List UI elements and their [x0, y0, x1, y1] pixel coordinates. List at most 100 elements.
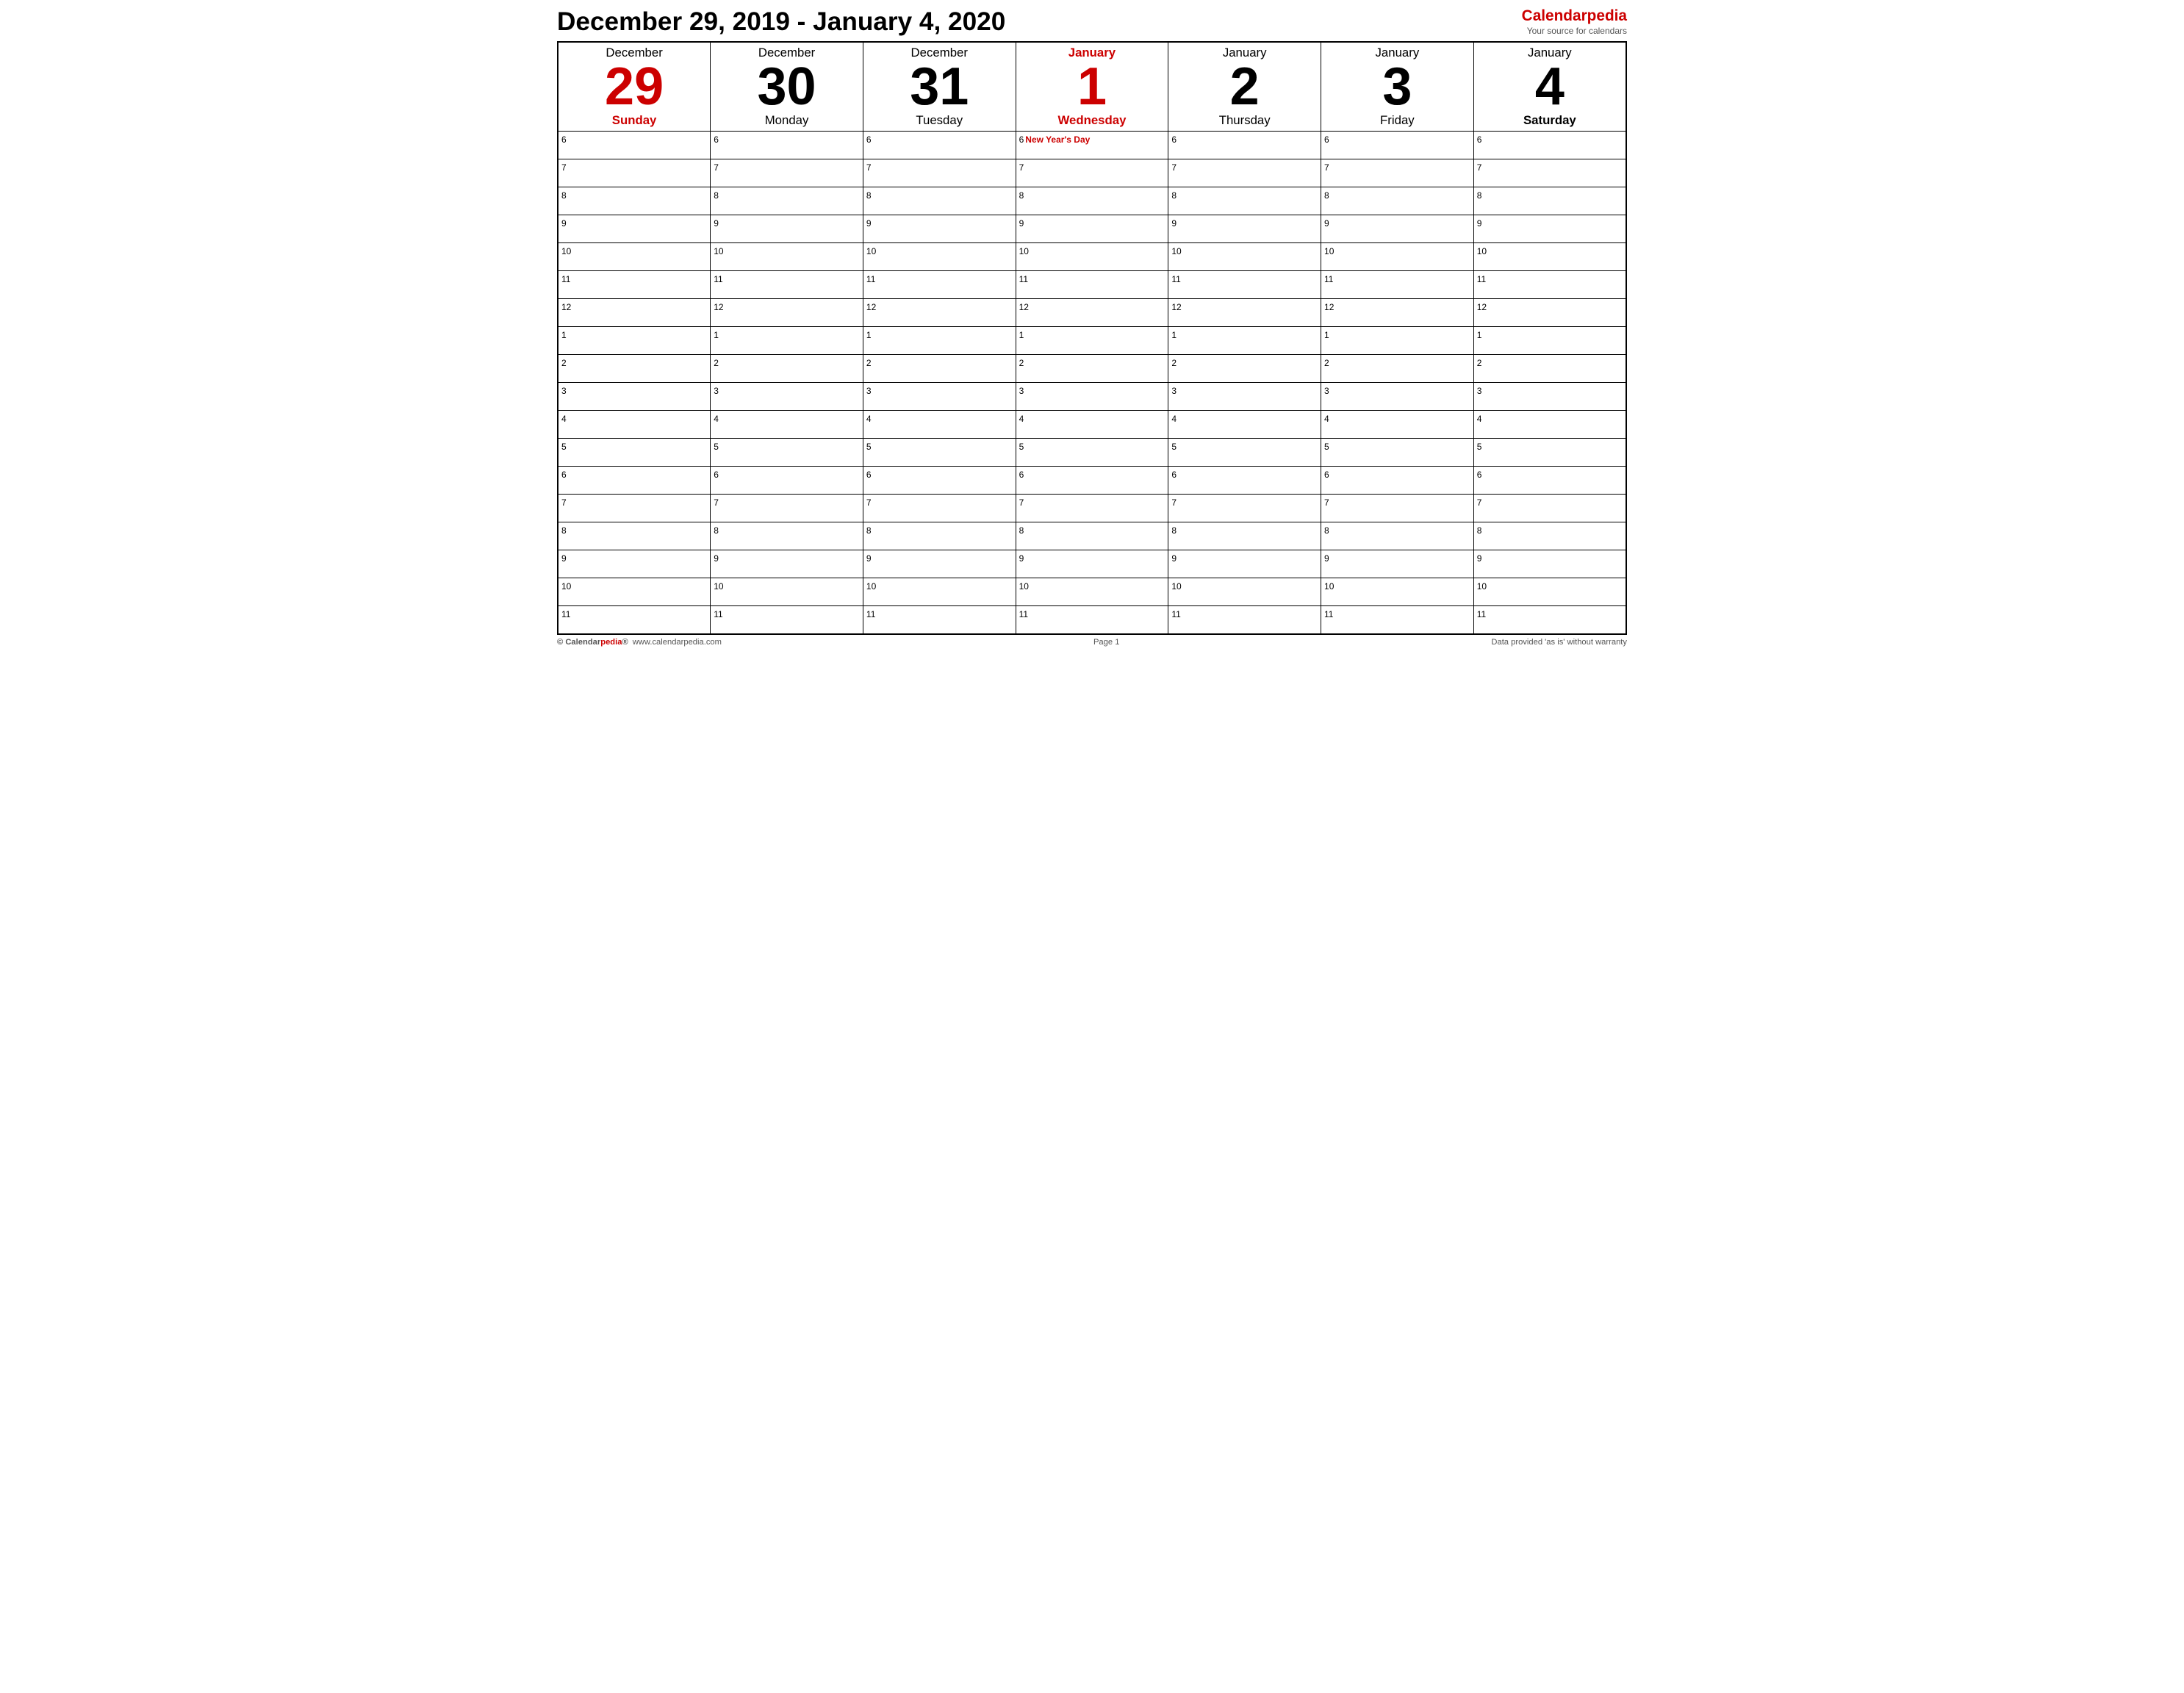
day-header-4: January2Thursday: [1168, 42, 1321, 132]
time-row-15: 9999999: [558, 550, 1626, 578]
time-cell-7-0: 1: [558, 327, 711, 355]
time-label-3-0: 9: [561, 218, 567, 229]
time-cell-6-2: 12: [863, 299, 1016, 327]
time-cell-6-5: 12: [1321, 299, 1474, 327]
time-label-1-1: 7: [714, 162, 719, 173]
day-number-2: 31: [865, 60, 1014, 113]
time-label-5-0: 11: [561, 274, 570, 284]
time-row-16: 10101010101010: [558, 578, 1626, 606]
time-label-14-1: 8: [714, 525, 719, 536]
time-cell-0-1: 6: [711, 132, 863, 159]
time-cell-0-4: 6: [1168, 132, 1321, 159]
time-label-6-0: 12: [561, 302, 571, 312]
time-cell-14-1: 8: [711, 522, 863, 550]
time-label-17-2: 11: [866, 609, 875, 619]
time-cell-14-0: 8: [558, 522, 711, 550]
time-row-7: 1111111: [558, 327, 1626, 355]
time-cell-6-4: 12: [1168, 299, 1321, 327]
day-name-3: Wednesday: [1018, 113, 1167, 128]
time-label-17-0: 11: [561, 609, 570, 619]
time-label-9-0: 3: [561, 386, 567, 396]
time-cell-11-4: 5: [1168, 439, 1321, 467]
day-header-1: December30Monday: [711, 42, 863, 132]
time-label-0-1: 6: [714, 134, 719, 145]
time-label-2-2: 8: [866, 190, 872, 201]
time-label-13-1: 7: [714, 497, 719, 508]
time-label-13-2: 7: [866, 497, 872, 508]
time-cell-16-5: 10: [1321, 578, 1474, 606]
time-label-0-5: 6: [1324, 134, 1329, 145]
time-label-14-0: 8: [561, 525, 567, 536]
footer-brand: © Calendarpedia®: [557, 638, 628, 647]
day-header-0: December29Sunday: [558, 42, 711, 132]
time-cell-12-0: 6: [558, 467, 711, 495]
time-cell-12-4: 6: [1168, 467, 1321, 495]
calendar-table: December29SundayDecember30MondayDecember…: [557, 41, 1627, 635]
time-cell-3-3: 9: [1016, 215, 1168, 243]
time-cell-13-3: 7: [1016, 495, 1168, 522]
time-label-3-2: 9: [866, 218, 872, 229]
time-cell-9-3: 3: [1016, 383, 1168, 411]
time-cell-2-0: 8: [558, 187, 711, 215]
day-header-3: January1Wednesday: [1016, 42, 1168, 132]
time-cell-9-1: 3: [711, 383, 863, 411]
time-cell-9-4: 3: [1168, 383, 1321, 411]
time-label-1-3: 7: [1019, 162, 1024, 173]
time-cell-13-2: 7: [863, 495, 1016, 522]
time-cell-9-6: 3: [1473, 383, 1626, 411]
time-cell-0-0: 6: [558, 132, 711, 159]
day-number-4: 2: [1170, 60, 1319, 113]
page-header: December 29, 2019 - January 4, 2020 Cale…: [557, 7, 1627, 37]
day-number-3: 1: [1018, 60, 1167, 113]
day-number-0: 29: [560, 60, 708, 113]
time-label-9-6: 3: [1477, 386, 1482, 396]
time-label-11-2: 5: [866, 442, 872, 452]
time-label-15-3: 9: [1019, 553, 1024, 564]
day-number-6: 4: [1476, 60, 1624, 113]
time-cell-10-1: 4: [711, 411, 863, 439]
time-label-8-3: 2: [1019, 358, 1024, 368]
time-cell-1-1: 7: [711, 159, 863, 187]
day-header-6: January4Saturday: [1473, 42, 1626, 132]
time-cell-12-5: 6: [1321, 467, 1474, 495]
time-cell-15-3: 9: [1016, 550, 1168, 578]
time-label-8-4: 2: [1171, 358, 1177, 368]
time-label-10-2: 4: [866, 414, 872, 424]
time-label-16-4: 10: [1171, 581, 1181, 592]
time-cell-0-5: 6: [1321, 132, 1474, 159]
time-label-12-6: 6: [1477, 470, 1482, 480]
time-label-9-4: 3: [1171, 386, 1177, 396]
time-label-16-3: 10: [1019, 581, 1029, 592]
time-cell-10-3: 4: [1016, 411, 1168, 439]
time-cell-14-5: 8: [1321, 522, 1474, 550]
time-cell-10-0: 4: [558, 411, 711, 439]
time-label-11-5: 5: [1324, 442, 1329, 452]
time-row-11: 5555555: [558, 439, 1626, 467]
time-cell-6-6: 12: [1473, 299, 1626, 327]
time-cell-10-6: 4: [1473, 411, 1626, 439]
time-row-6: 12121212121212: [558, 299, 1626, 327]
footer-page: Page 1: [1093, 638, 1119, 647]
time-cell-4-1: 10: [711, 243, 863, 271]
time-cell-3-6: 9: [1473, 215, 1626, 243]
time-label-2-5: 8: [1324, 190, 1329, 201]
time-cell-8-4: 2: [1168, 355, 1321, 383]
time-cell-16-6: 10: [1473, 578, 1626, 606]
time-label-7-5: 1: [1324, 330, 1329, 340]
day-number-5: 3: [1323, 60, 1472, 113]
time-label-11-3: 5: [1019, 442, 1024, 452]
time-label-17-3: 11: [1019, 609, 1028, 619]
time-cell-14-3: 8: [1016, 522, 1168, 550]
time-cell-12-6: 6: [1473, 467, 1626, 495]
time-label-0-4: 6: [1171, 134, 1177, 145]
time-cell-0-3: 6New Year's Day: [1016, 132, 1168, 159]
time-label-16-2: 10: [866, 581, 876, 592]
time-cell-3-1: 9: [711, 215, 863, 243]
time-label-8-1: 2: [714, 358, 719, 368]
time-cell-2-4: 8: [1168, 187, 1321, 215]
time-cell-7-3: 1: [1016, 327, 1168, 355]
time-cell-17-2: 11: [863, 606, 1016, 634]
day-name-1: Monday: [712, 113, 861, 128]
time-cell-13-6: 7: [1473, 495, 1626, 522]
brand-name-part2: pedia: [1587, 7, 1627, 24]
